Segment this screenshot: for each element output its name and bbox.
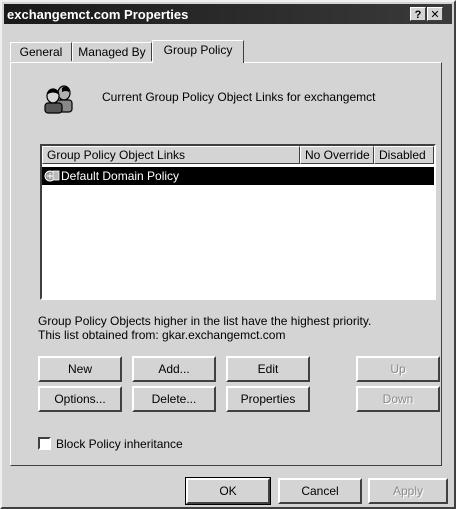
properties-dialog: exchangemct.com Properties ? ✕ General M… bbox=[0, 0, 456, 509]
help-button[interactable]: ? bbox=[410, 7, 426, 21]
priority-info: Group Policy Objects higher in the list … bbox=[38, 314, 371, 342]
gpo-link-icon bbox=[44, 170, 60, 182]
edit-button[interactable]: Edit bbox=[226, 356, 310, 382]
column-header-no-override[interactable]: No Override bbox=[300, 146, 374, 164]
tab-general[interactable]: General bbox=[10, 42, 72, 61]
tab-group-policy[interactable]: Group Policy bbox=[152, 40, 244, 63]
header-text: Current Group Policy Object Links for ex… bbox=[102, 90, 376, 104]
list-header: Group Policy Object Links No Override Di… bbox=[42, 146, 434, 164]
down-button[interactable]: Down bbox=[356, 386, 440, 412]
window-title: exchangemct.com Properties bbox=[7, 7, 189, 22]
block-inheritance-checkbox[interactable] bbox=[38, 437, 51, 450]
new-button[interactable]: New bbox=[38, 356, 122, 382]
group-policy-users-icon bbox=[44, 85, 73, 114]
title-bar[interactable]: exchangemct.com Properties ? ✕ bbox=[4, 4, 452, 24]
column-header-gpo-links[interactable]: Group Policy Object Links bbox=[42, 146, 300, 164]
column-header-disabled[interactable]: Disabled bbox=[374, 146, 434, 164]
options-button[interactable]: Options... bbox=[38, 386, 122, 412]
delete-button[interactable]: Delete... bbox=[132, 386, 216, 412]
ok-button[interactable]: OK bbox=[185, 477, 271, 505]
block-inheritance-label[interactable]: Block Policy inheritance bbox=[56, 437, 183, 451]
row-gpo-name: Default Domain Policy bbox=[61, 169, 180, 183]
add-button[interactable]: Add... bbox=[132, 356, 216, 382]
properties-button[interactable]: Properties bbox=[226, 386, 310, 412]
cancel-button[interactable]: Cancel bbox=[278, 478, 362, 504]
apply-button[interactable]: Apply bbox=[368, 478, 448, 504]
source-info-line: This list obtained from: gkar.exchangemc… bbox=[38, 328, 286, 342]
priority-info-line: Group Policy Objects higher in the list … bbox=[38, 314, 372, 328]
gpo-links-list[interactable]: Group Policy Object Links No Override Di… bbox=[40, 144, 436, 300]
close-button[interactable]: ✕ bbox=[427, 7, 443, 21]
up-button[interactable]: Up bbox=[356, 356, 440, 382]
tab-managed-by[interactable]: Managed By bbox=[72, 42, 152, 61]
table-row[interactable]: Default Domain Policy bbox=[42, 167, 434, 185]
